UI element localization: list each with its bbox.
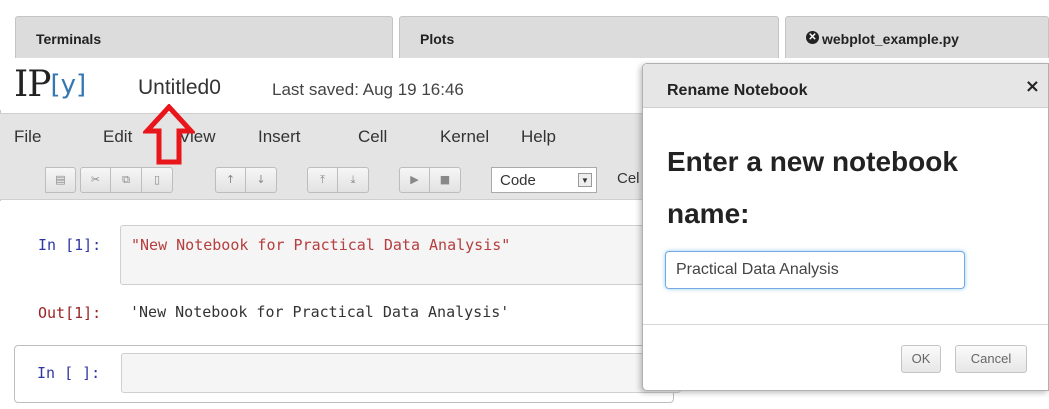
toolbar: ▤ ✂ ⧉ ▯ ↑ ↓ ⤒ ⤓ ▶ ■ Code ▼ Cel bbox=[0, 160, 660, 200]
input-prompt: In [1]: bbox=[38, 236, 102, 254]
empty-code-cell-input[interactable] bbox=[121, 353, 681, 393]
code-cell-source: "New Notebook for Practical Data Analysi… bbox=[131, 236, 511, 254]
code-cell-input[interactable]: "New Notebook for Practical Data Analysi… bbox=[120, 225, 660, 285]
notebook-name-input[interactable] bbox=[665, 251, 965, 289]
toolbar-group-edit: ✂ ⧉ ▯ bbox=[80, 167, 173, 193]
tab-label: Plots bbox=[420, 31, 455, 47]
input-prompt: In [ ]: bbox=[37, 364, 101, 382]
toolbar-group-save: ▤ bbox=[45, 167, 76, 193]
dialog-footer: OK Cancel bbox=[643, 324, 1048, 390]
tab-terminals[interactable]: Terminals bbox=[15, 16, 393, 58]
copy-icon[interactable]: ⧉ bbox=[111, 167, 142, 193]
ipython-logo[interactable]: IP[y] bbox=[14, 64, 86, 105]
code-cell-output: 'New Notebook for Practical Data Analysi… bbox=[130, 303, 510, 321]
tab-label: webplot_example.py bbox=[822, 31, 959, 47]
last-saved-status: Last saved: Aug 19 16:46 bbox=[272, 80, 464, 99]
close-circle-icon[interactable]: ✕ bbox=[806, 31, 819, 44]
paste-icon[interactable]: ▯ bbox=[142, 167, 173, 193]
tab-label: Terminals bbox=[36, 31, 102, 47]
tab-webplot-example[interactable]: ✕ webplot_example.py bbox=[785, 16, 1049, 58]
dialog-header: Rename Notebook × bbox=[643, 64, 1048, 108]
stop-icon[interactable]: ■ bbox=[430, 167, 461, 193]
cut-icon[interactable]: ✂ bbox=[80, 167, 111, 193]
logo-y-text: [y] bbox=[50, 70, 87, 100]
cell-type-select[interactable]: Code ▼ bbox=[491, 167, 597, 193]
menubar: File Edit View Insert Cell Kernel Help bbox=[0, 113, 660, 160]
save-icon[interactable]: ▤ bbox=[45, 167, 76, 193]
toolbar-group-run: ▶ ■ bbox=[399, 167, 461, 193]
move-down-icon[interactable]: ↓ bbox=[246, 167, 277, 193]
menu-kernel[interactable]: Kernel bbox=[440, 127, 489, 147]
cell-toolbar-label: Cel bbox=[617, 170, 640, 187]
output-prompt: Out[1]: bbox=[38, 304, 102, 322]
tab-plots[interactable]: Plots bbox=[399, 16, 779, 58]
menu-edit[interactable]: Edit bbox=[103, 127, 132, 147]
insert-above-icon[interactable]: ⤒ bbox=[307, 167, 338, 193]
insert-below-icon[interactable]: ⤓ bbox=[338, 167, 369, 193]
cell-type-value: Code bbox=[500, 172, 536, 189]
toolbar-group-move: ↑ ↓ bbox=[215, 167, 277, 193]
selected-cell[interactable]: In [ ]: bbox=[14, 345, 681, 403]
dialog-heading: Enter a new notebook name: bbox=[667, 146, 958, 229]
dropdown-arrow-icon[interactable]: ▼ bbox=[578, 173, 592, 187]
notebook-name[interactable]: Untitled0 bbox=[138, 76, 221, 100]
dialog-title: Rename Notebook bbox=[667, 82, 808, 99]
menu-insert[interactable]: Insert bbox=[258, 127, 301, 147]
move-up-icon[interactable]: ↑ bbox=[215, 167, 246, 193]
logo-ip-text: IP bbox=[14, 64, 51, 105]
menu-help[interactable]: Help bbox=[521, 127, 556, 147]
menu-file[interactable]: File bbox=[14, 127, 41, 147]
cancel-button[interactable]: Cancel bbox=[955, 345, 1027, 373]
close-icon[interactable]: × bbox=[1025, 76, 1040, 97]
red-arrow-annotation bbox=[143, 104, 195, 165]
rename-notebook-dialog: Rename Notebook × Enter a new notebook n… bbox=[642, 63, 1049, 391]
menu-cell[interactable]: Cell bbox=[358, 127, 387, 147]
tab-bar: Terminals Plots ✕ webplot_example.py bbox=[0, 0, 1049, 58]
run-icon[interactable]: ▶ bbox=[399, 167, 430, 193]
toolbar-group-insert: ⤒ ⤓ bbox=[307, 167, 369, 193]
ok-button[interactable]: OK bbox=[901, 345, 941, 373]
